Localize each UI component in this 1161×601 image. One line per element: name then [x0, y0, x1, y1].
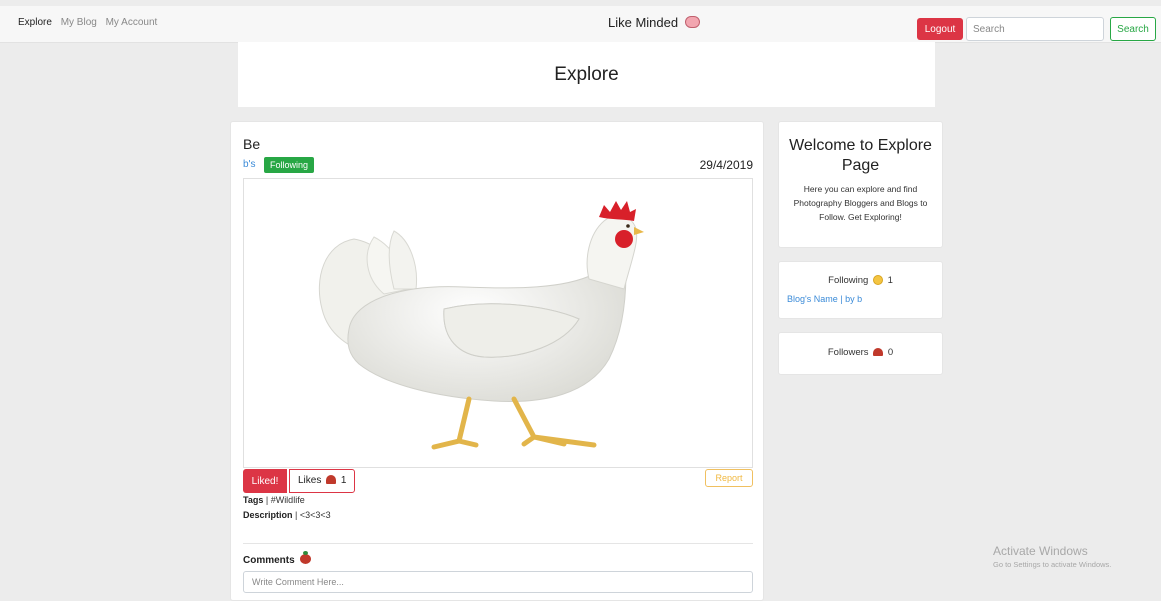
heart-icon [326, 475, 337, 484]
berry-icon [300, 551, 312, 564]
navbar: Explore My Blog My Account Like Minded L… [0, 6, 1161, 43]
following-count-line: Following 1 [779, 275, 942, 286]
liked-button[interactable]: Liked! [243, 469, 287, 493]
activate-windows-watermark: Activate Windows Go to Settings to activ… [993, 544, 1111, 569]
following-blog-link[interactable]: Blog's Name | by b [787, 294, 862, 304]
followers-count-line: Followers 0 [779, 347, 942, 358]
post-title: Be [243, 136, 261, 152]
followers-card: Followers 0 [778, 332, 943, 375]
explore-header: Explore [238, 42, 935, 107]
search-button[interactable]: Search [1110, 17, 1156, 41]
brand-name: Like Minded [608, 15, 679, 30]
watermark-title: Activate Windows [993, 544, 1088, 558]
following-card: Following 1 Blog's Name | by b [778, 261, 943, 319]
heart-icon [873, 348, 884, 356]
post-date: 29/4/2019 [699, 158, 753, 172]
post-card: Be b's Following 29/4/2019 Liked! Likes … [230, 121, 764, 601]
brand[interactable]: Like Minded [608, 15, 700, 30]
description-line: Description | <3<3<3 [243, 510, 331, 520]
following-label: Following [828, 275, 869, 286]
smile-icon [872, 275, 883, 285]
likes-counter: Likes 1 [289, 469, 356, 493]
post-image [243, 178, 753, 468]
following-badge[interactable]: Following [264, 157, 315, 173]
comments-label: Comments [243, 555, 295, 566]
following-count: 1 [887, 275, 893, 286]
description-label: Description [243, 510, 293, 520]
brain-icon [684, 16, 700, 28]
page-title: Explore [554, 64, 619, 85]
tags-value: #Wildlife [270, 495, 305, 505]
comments-heading: Comments [243, 551, 312, 566]
followers-label: Followers [827, 347, 869, 358]
watermark-subtitle: Go to Settings to activate Windows. [993, 560, 1112, 569]
author-link[interactable]: b's [243, 159, 255, 170]
nav-link-explore[interactable]: Explore [18, 17, 52, 28]
welcome-text: Here you can explore and find Photograph… [793, 184, 928, 222]
report-button[interactable]: Report [705, 469, 753, 487]
nav-link-my-blog[interactable]: My Blog [61, 17, 97, 28]
chicken-illustration [318, 201, 644, 450]
tags-label: Tags [243, 495, 264, 505]
divider [243, 543, 753, 544]
nav-links: Explore My Blog My Account [18, 17, 163, 28]
comment-input[interactable] [243, 571, 753, 593]
description-value: <3<3<3 [299, 510, 331, 520]
logout-button[interactable]: Logout [917, 18, 963, 40]
tags-line: Tags | #Wildlife [243, 495, 305, 505]
likes-label: Likes [298, 475, 322, 486]
nav-link-my-account[interactable]: My Account [106, 17, 158, 28]
welcome-card: Welcome to Explore Page Here you can exp… [778, 121, 943, 248]
likes-count: 1 [340, 475, 347, 486]
followers-count: 0 [887, 347, 894, 358]
search-input[interactable] [966, 17, 1104, 41]
welcome-title: Welcome to Explore Page [789, 137, 932, 174]
